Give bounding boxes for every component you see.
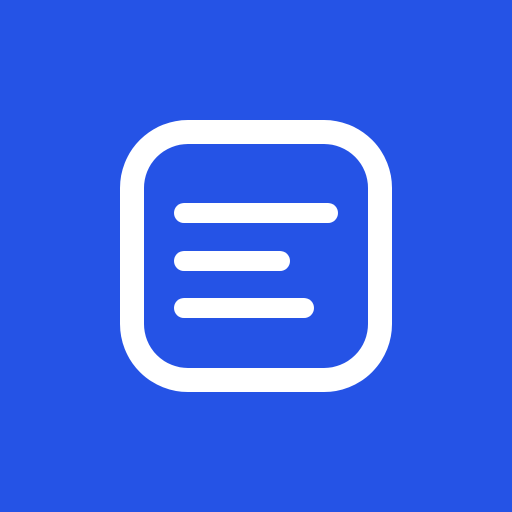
app-icon-tile [0, 0, 512, 512]
document-lines-icon [120, 120, 392, 392]
